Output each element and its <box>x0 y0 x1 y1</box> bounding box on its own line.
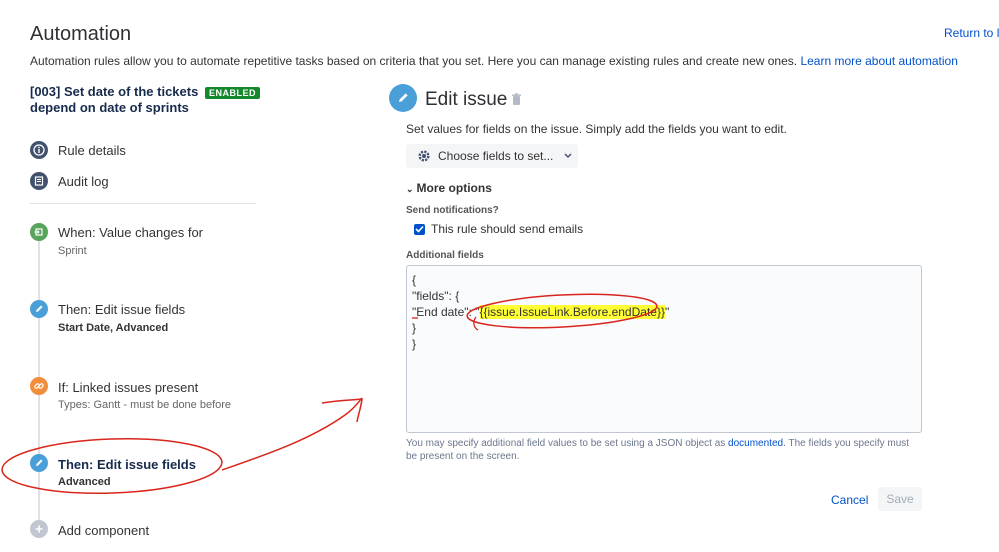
choose-fields-label: Choose fields to set... <box>438 149 554 163</box>
trigger-icon[interactable] <box>30 223 48 241</box>
editor-description: Set values for fields on the issue. Simp… <box>406 122 787 136</box>
json-key: "End date": " <box>412 305 480 319</box>
trash-icon[interactable] <box>511 93 522 111</box>
send-emails-label: This rule should send emails <box>431 222 584 236</box>
gear-icon <box>417 149 431 163</box>
json-line: } <box>412 321 417 335</box>
annotation-arrow-head <box>321 398 363 423</box>
nav-label: Rule details <box>58 142 126 158</box>
chevron-down-icon <box>564 153 572 159</box>
json-line: "fields": { <box>412 289 460 303</box>
component-subtitle: Types: Gantt - must be done before <box>58 399 232 411</box>
pencil-icon[interactable] <box>30 454 48 472</box>
additional-fields-textarea[interactable] <box>406 265 922 433</box>
info-icon <box>30 141 48 159</box>
nav-rule-details[interactable]: Rule details <box>30 141 126 159</box>
more-options-toggle[interactable]: ⌄ More options <box>406 181 492 195</box>
return-to-list-link[interactable]: Return to lis <box>944 26 999 40</box>
more-options-label: More options <box>416 181 492 195</box>
cancel-button[interactable]: Cancel <box>831 493 868 507</box>
component-subtitle: Start Date, Advanced <box>58 322 169 334</box>
component-title-selected[interactable]: Then: Edit issue fields <box>58 457 196 472</box>
documented-link[interactable]: documented <box>728 438 783 449</box>
save-button[interactable]: Save <box>878 487 922 511</box>
learn-more-link[interactable]: Learn more about automation <box>800 54 957 68</box>
pencil-icon <box>389 84 417 112</box>
component-subtitle: Sprint <box>58 245 87 257</box>
status-badge: ENABLED <box>205 87 261 99</box>
subtitle-text: Automation rules allow you to automate r… <box>30 54 801 68</box>
rule-name: [003] Set date of the tickets depend on … <box>30 84 199 115</box>
pencil-icon[interactable] <box>30 300 48 318</box>
nav-label: Audit log <box>58 173 109 189</box>
annotation-arrow <box>221 397 363 471</box>
additional-fields-label: Additional fields <box>406 250 484 261</box>
page-subtitle: Automation rules allow you to automate r… <box>30 54 958 68</box>
json-highlighted-value: {{issue.IssueLink.Before.endDate}} <box>479 305 665 319</box>
json-line: "End date": "{{issue.IssueLink.Before.en… <box>412 305 669 319</box>
nav-divider <box>30 203 256 204</box>
send-emails-checkbox[interactable] <box>414 223 425 235</box>
component-title[interactable]: When: Value changes for <box>58 225 203 240</box>
plus-icon[interactable] <box>30 520 48 538</box>
json-line: } <box>412 337 417 351</box>
editor-title: Edit issue <box>425 89 508 110</box>
send-notifications-label: Send notifications? <box>406 205 499 216</box>
link-icon[interactable] <box>30 377 48 395</box>
json-line: { <box>412 273 417 287</box>
help-text: You may specify additional field values … <box>406 437 920 463</box>
json-tail: " <box>664 305 670 319</box>
send-emails-checkbox-row[interactable]: This rule should send emails <box>414 222 583 236</box>
log-icon <box>30 172 48 190</box>
page-title: Automation <box>30 23 132 45</box>
component-title[interactable]: If: Linked issues present <box>58 380 198 395</box>
choose-fields-button[interactable]: Choose fields to set... <box>406 144 578 168</box>
component-subtitle: Advanced <box>58 476 111 488</box>
component-title[interactable]: Then: Edit issue fields <box>58 302 185 317</box>
nav-audit-log[interactable]: Audit log <box>30 172 109 190</box>
help-prefix: You may specify additional field values … <box>406 438 729 449</box>
chevron-down-icon: ⌄ <box>406 184 414 194</box>
add-component-button[interactable]: Add component <box>58 523 149 538</box>
